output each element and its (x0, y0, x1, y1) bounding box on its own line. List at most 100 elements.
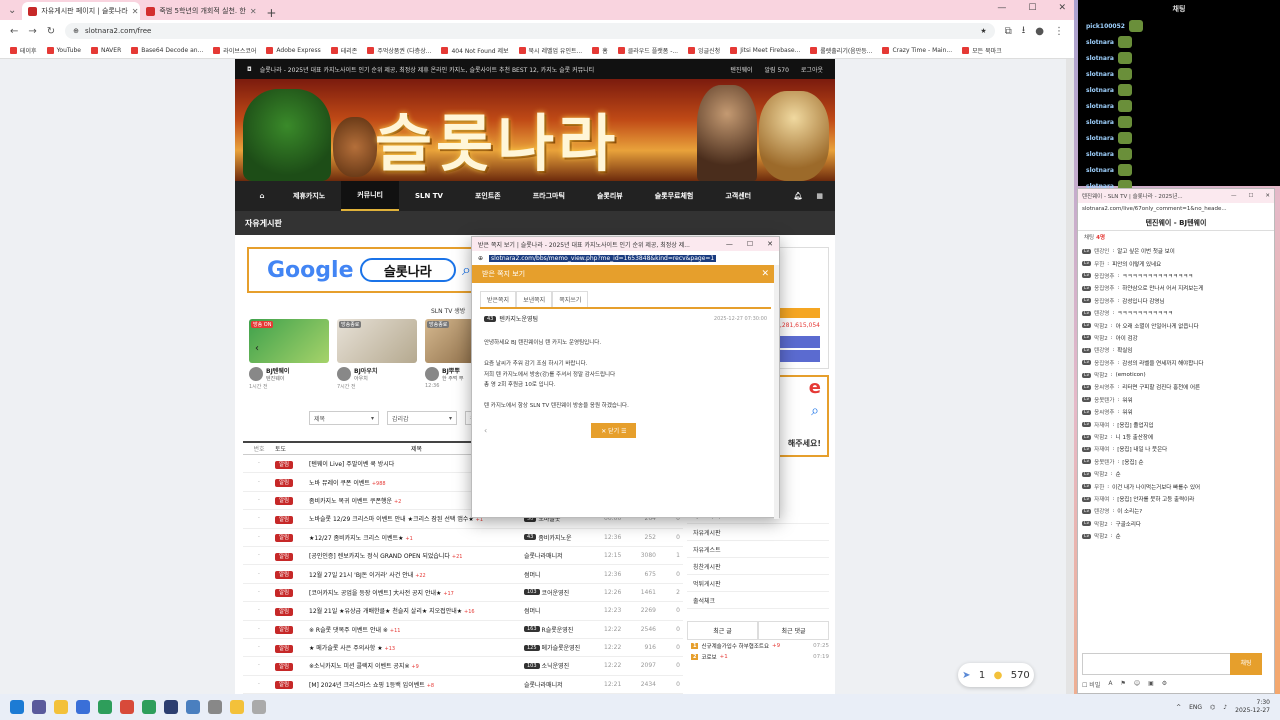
chat-nick[interactable]: 자재여 (1094, 445, 1109, 453)
chat-nick[interactable]: 자재여 (1094, 421, 1109, 429)
chat-nick[interactable]: 텐강영 (1094, 507, 1109, 515)
download-icon[interactable]: ⭳ (1022, 23, 1026, 40)
sender-name[interactable]: 텐카지노운영팀 (499, 314, 538, 323)
site-logo[interactable]: 슬롯나라 (375, 93, 619, 181)
google-search-banner[interactable]: Google 슬롯나라 ⌕ (247, 247, 473, 293)
chat-send-button[interactable]: 채팅 (1230, 653, 1262, 675)
table-row[interactable]: · 알림 ★12/27 좀비카지노 크리스 이벤트★ +1 43 좀비카지노운 12:36… (243, 529, 683, 547)
nav-customer-center[interactable]: 고객센터 (709, 181, 767, 211)
tab-free-board[interactable]: 자유게시판 페이지 | 슬롯나라 ✕ (22, 2, 141, 20)
bookmark-item[interactable]: 테리존 (330, 46, 357, 55)
back-chevron-icon[interactable]: ‹ (484, 426, 487, 435)
bookmark-item[interactable]: 묵시 레벨업 유인트... (518, 46, 582, 55)
table-row[interactable]: · 알림 ※소닉카지노 미션 콜렉지 이벤트 공지※ +9 103 소닉운영진 12:22… (243, 657, 683, 676)
bookmark-star-icon[interactable]: ★ (980, 27, 986, 35)
table-row[interactable]: · 알림 ★ 메가슬롯 사은 주의사항 ★ +13 125 메가슬롯운영진 12:22 91… (243, 639, 683, 658)
tab-recent-posts[interactable]: 최근 글 (687, 621, 758, 640)
volume-icon[interactable]: ♪ (1223, 704, 1227, 711)
site-info-icon[interactable]: ⊕ (478, 255, 483, 262)
row-author[interactable]: 슬롯나라매니저 (524, 551, 604, 560)
chat-nick[interactable]: 응집영추 (1094, 284, 1114, 292)
bookmark-item[interactable]: 주먹상품권 (다층상... (367, 46, 431, 55)
filter-select-sort[interactable]: 감리감 ▾ (387, 411, 457, 425)
font-icon[interactable]: A (1108, 680, 1112, 689)
user-name-link[interactable]: 텐진웨이 (730, 65, 752, 74)
bookmark-item[interactable]: 클라우드 플랫폼 -... (617, 46, 678, 55)
floating-status-badge[interactable]: ➤ 1 ● 570 (958, 663, 1034, 687)
bookmark-item[interactable]: 모든 북마크 (962, 46, 1002, 55)
popup-scrollbar[interactable] (774, 265, 779, 519)
chat-nick[interactable]: 응씨영추 (1094, 383, 1114, 391)
kakaotalk-icon[interactable] (230, 700, 244, 714)
chat-nick[interactable]: 막함2 (1094, 433, 1108, 441)
edge-icon[interactable] (98, 700, 112, 714)
taskbar-app-icon[interactable] (142, 700, 156, 714)
close-icon[interactable]: ✕ (761, 269, 769, 279)
bookmark-item[interactable]: 404 Not Found 제보 (441, 46, 509, 55)
chat-nick[interactable]: 막함2 (1094, 470, 1108, 478)
extensions-icon[interactable]: ⧉ (1005, 26, 1012, 37)
row-title[interactable]: ※소닉카지노 미션 콜렉지 이벤트 공지※ +9 (309, 661, 524, 670)
close-tab-icon[interactable]: ✕ (250, 7, 257, 16)
taskbar-app-icon[interactable] (32, 700, 46, 714)
bookmark-item[interactable]: 테이후 (10, 46, 37, 55)
nav-pragmatic[interactable]: 프라그마틱 (517, 181, 581, 211)
table-row[interactable]: · 알림 ※ R슬롯 댓복주 이벤트 안내 ※ +11 163 R슬롯운영진 12:22 2… (243, 621, 683, 639)
row-title[interactable]: 12월 21일 ★유상급 개배한클★ 천슬지 살리★ 지오접안내★ +16 (309, 606, 524, 615)
minimize-icon[interactable]: — (1231, 193, 1237, 199)
filter-select-field[interactable]: 제목 ▾ (309, 411, 379, 425)
bookmark-item[interactable]: 롤렛출리기(음만등... (810, 46, 872, 55)
maximize-icon[interactable]: ☐ (747, 240, 753, 248)
close-window-icon[interactable]: ✕ (1265, 193, 1270, 199)
start-icon[interactable] (10, 700, 24, 714)
tray-chevron-icon[interactable]: ^ (1176, 704, 1181, 711)
settings-icon[interactable]: ⚙ (1162, 680, 1167, 689)
nav-sln-tv[interactable]: SLN TV (399, 181, 459, 211)
list-item[interactable]: 1 신규계슬가입수 하부협조트요 +9 07:25 (687, 640, 829, 651)
nav-partner-casino[interactable]: 제휴카지노 (277, 181, 341, 211)
sidebar-menu-item[interactable]: 출석체크 (687, 592, 829, 609)
bookmark-item[interactable]: YouTube (46, 46, 81, 54)
popup-url-bar[interactable]: ⊕ slotnara2.com/bbs/memo_view.php?me_id=… (472, 251, 779, 265)
row-author[interactable]: 슬롯나라매니저 (524, 680, 604, 689)
chat-nick[interactable]: 텐강영 (1094, 309, 1109, 317)
bookmark-item[interactable]: Crazy Time - Main... (882, 46, 952, 54)
flag-icon[interactable]: ⚑ (1120, 680, 1125, 689)
sidebar-menu-item[interactable]: 칭찬게시판 (687, 558, 829, 575)
close-button[interactable]: ✕ 닫기 ☰ (591, 422, 637, 438)
forward-icon[interactable]: → (28, 26, 36, 37)
image-icon[interactable]: ▣ (1148, 680, 1154, 689)
stream-card[interactable]: 방송종료 BJ아우치 아우치 7시간 전 (337, 319, 417, 390)
file-explorer-icon[interactable] (54, 700, 68, 714)
nav-community[interactable]: 커뮤니티 (341, 181, 399, 211)
chrome-icon[interactable] (120, 700, 134, 714)
maximize-icon[interactable]: ☐ (1028, 3, 1036, 13)
grid-menu-icon[interactable]: ▦ (816, 192, 823, 200)
row-title[interactable]: ★12/27 좀비카지노 크리스 이벤트★ +1 (309, 533, 524, 542)
bookmark-item[interactable]: Adobe Express (266, 46, 321, 54)
site-banner[interactable]: 슬롯나라 (235, 79, 835, 181)
row-author[interactable]: 썸머니 (524, 606, 604, 615)
chat-nick[interactable]: 무한 (1094, 260, 1104, 268)
tab-recent-comments[interactable]: 최근 댓글 (758, 621, 829, 640)
maximize-icon[interactable]: ☐ (1248, 193, 1253, 199)
profile-icon[interactable]: ● (1035, 26, 1044, 37)
stream-thumbnail[interactable]: 방송종료 (337, 319, 417, 363)
popup-url[interactable]: slotnara2.com/bbs/memo_view.php?me_id=16… (489, 254, 717, 262)
tab-sent[interactable]: 보낸쪽지 (516, 291, 553, 307)
taskbar-app-icon[interactable] (76, 700, 90, 714)
close-window-icon[interactable]: ✕ (1058, 3, 1066, 13)
row-author[interactable]: 163 R슬롯운영진 (524, 625, 604, 634)
table-row[interactable]: · 알림 12월 21일 ★유상급 개배한클★ 천슬지 살리★ 지오접안내★ +16… (243, 602, 683, 621)
table-row[interactable]: · 알림 [공인인증] 렌보카지노 정식 GRAND OPEN 되었습니다 +21 슬… (243, 547, 683, 566)
chat-nick[interactable]: 텐강인 (1094, 247, 1109, 255)
page-scrollbar[interactable] (1066, 59, 1074, 694)
sidebar-menu-item[interactable]: 자유게스트 (687, 541, 829, 558)
site-info-icon[interactable]: ⊕ (73, 27, 79, 35)
sidebar-menu-item[interactable]: 먹튀게시판 (687, 575, 829, 592)
back-icon[interactable]: ← (10, 26, 18, 37)
taskbar-app-icon[interactable] (186, 700, 200, 714)
network-icon[interactable]: ⌬ (1210, 704, 1215, 711)
chat-messages[interactable]: Lv 텐강인: 알고 싶은 이번 첫글 보이 Lv 무한: 피안의 이렇게 있네요 Lv 응집… (1078, 243, 1274, 637)
tab-other[interactable]: 죽범 5학년의 개회적 실천. 한 ✕ (140, 2, 258, 20)
